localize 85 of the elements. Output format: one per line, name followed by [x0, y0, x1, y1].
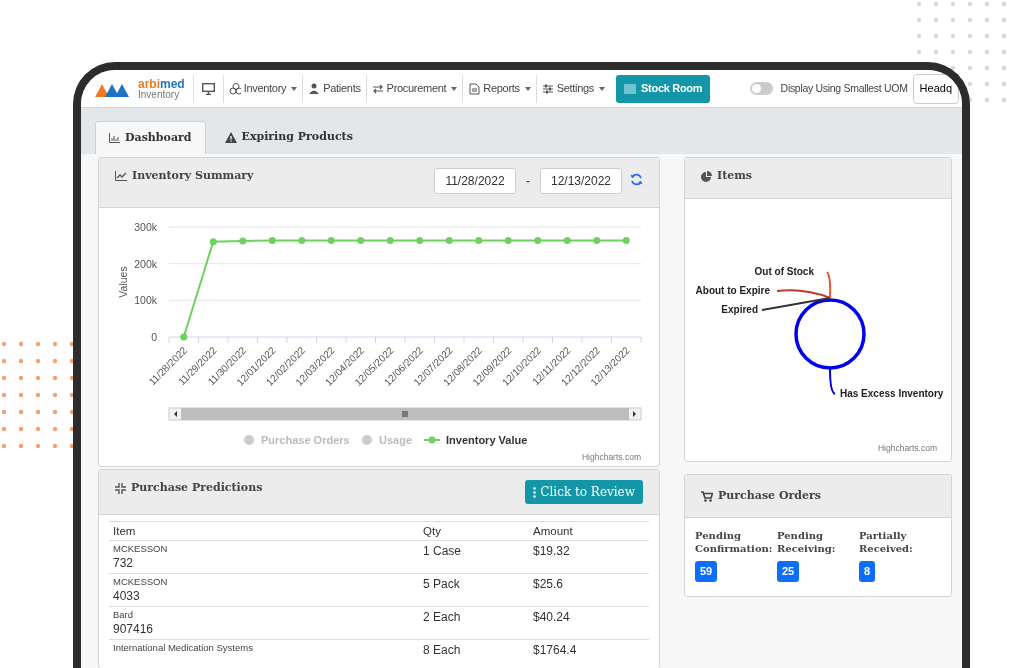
data-point: [475, 237, 483, 245]
tab[interactable]: Dashboard: [95, 121, 206, 154]
data-point: [386, 237, 394, 245]
legend-item[interactable]: Inventory Value: [423, 434, 528, 446]
nav-menu-item[interactable]: Reports: [462, 74, 536, 103]
data-point: [622, 237, 630, 245]
line-chart-icon: [115, 171, 127, 182]
logo[interactable]: arbimed Inventory: [95, 77, 185, 100]
data-point: [504, 237, 512, 245]
legend-label: Inventory Value: [446, 434, 528, 446]
toggle-label: Display Using Smallest UOM: [780, 80, 908, 96]
data-point: [180, 333, 188, 341]
stat-label: Pending Confirmation:: [695, 530, 774, 555]
data-point: [534, 237, 542, 245]
data-point: [268, 237, 276, 245]
y-tick-label: 200k: [134, 257, 157, 270]
item-cell-text: Bard 907416: [113, 609, 155, 638]
tab[interactable]: Expiring Products: [211, 121, 366, 154]
data-point: [445, 237, 453, 245]
table-cell: $40.24: [529, 606, 649, 640]
chart-credit[interactable]: Highcharts.com: [877, 443, 937, 453]
y-tick-label: 300k: [134, 221, 157, 233]
table-cell: $1764.4: [529, 639, 649, 661]
document-icon: [468, 82, 481, 95]
nav-menu-item[interactable]: Procurement: [365, 74, 463, 103]
cubes-icon: [228, 82, 241, 95]
compress-icon: [115, 482, 126, 494]
item-cell-text: International Medication Systems: [113, 642, 254, 655]
nav-menu-item[interactable]: Patients: [302, 74, 366, 103]
panel-title: Items: [717, 168, 753, 184]
date-field[interactable]: 12/13/2022: [540, 168, 622, 194]
item-cell-text: MCKESSON 4033: [113, 576, 169, 605]
person-icon: [308, 82, 321, 95]
data-point: [298, 237, 306, 245]
stat-label: Pending Receiving:: [777, 530, 837, 555]
data-point: [593, 237, 601, 245]
slice-label: Has Excess Inventory: [840, 388, 944, 399]
item-cell-text: MCKESSON 732: [113, 543, 169, 572]
y-axis-title: Values: [117, 266, 129, 298]
date-separator: -: [526, 173, 530, 190]
data-point: [563, 237, 571, 245]
date-field[interactable]: 11/28/2022: [434, 168, 516, 194]
vertical-dots-icon: [533, 486, 537, 498]
slice-label: About to Expire: [695, 285, 770, 296]
panel-title: Inventory Summary: [132, 168, 254, 184]
y-tick-label: 100k: [134, 294, 157, 307]
data-point: [327, 237, 335, 245]
data-point: [239, 237, 247, 245]
ring-chart-drawing: [794, 298, 866, 370]
count-badge: 8: [859, 561, 876, 582]
table-cell: 5 Pack: [419, 573, 529, 607]
chart-credit[interactable]: Highcharts.com: [581, 452, 641, 462]
pie-chart-icon: [701, 170, 712, 182]
y-tick-label: 0: [151, 331, 157, 343]
column-header: Item: [109, 521, 419, 541]
data-point: [416, 237, 424, 245]
warning-icon: [224, 132, 237, 143]
toggle-switch[interactable]: [749, 82, 773, 95]
slice-label: Out of Stock: [754, 266, 814, 277]
column-header: Qty: [419, 521, 529, 541]
slice-label: Expired: [721, 304, 758, 315]
refresh-button[interactable]: [630, 173, 643, 186]
panel-title: Purchase Orders: [718, 487, 821, 504]
column-header: Amount: [529, 521, 649, 541]
chart-scrollbar[interactable]: [168, 407, 642, 421]
monitor-icon: [201, 82, 215, 95]
count-badge: 59: [695, 561, 718, 582]
exchange-arrows-icon: [371, 82, 384, 95]
stat-label: Partially Received:: [859, 530, 914, 555]
count-badge: 25: [777, 561, 800, 582]
bar-chart-icon: [109, 133, 120, 143]
cart-icon: [701, 490, 713, 502]
table-cell: 1 Case: [419, 540, 529, 574]
sliders-icon: [541, 82, 554, 95]
data-point: [209, 238, 217, 246]
refresh-icon: [630, 173, 643, 186]
table-cell: $19.32: [529, 540, 649, 574]
panel-title: Purchase Predictions: [131, 480, 263, 496]
location-button[interactable]: Headq: [912, 73, 959, 104]
data-point: [357, 237, 365, 245]
table-cell: 8 Each: [419, 639, 529, 661]
table-cell: $25.6: [529, 573, 649, 607]
nav-menu-item[interactable]: Inventory: [222, 74, 303, 103]
table-cell: 2 Each: [419, 606, 529, 640]
nav-menu-item[interactable]: Settings: [535, 74, 611, 103]
